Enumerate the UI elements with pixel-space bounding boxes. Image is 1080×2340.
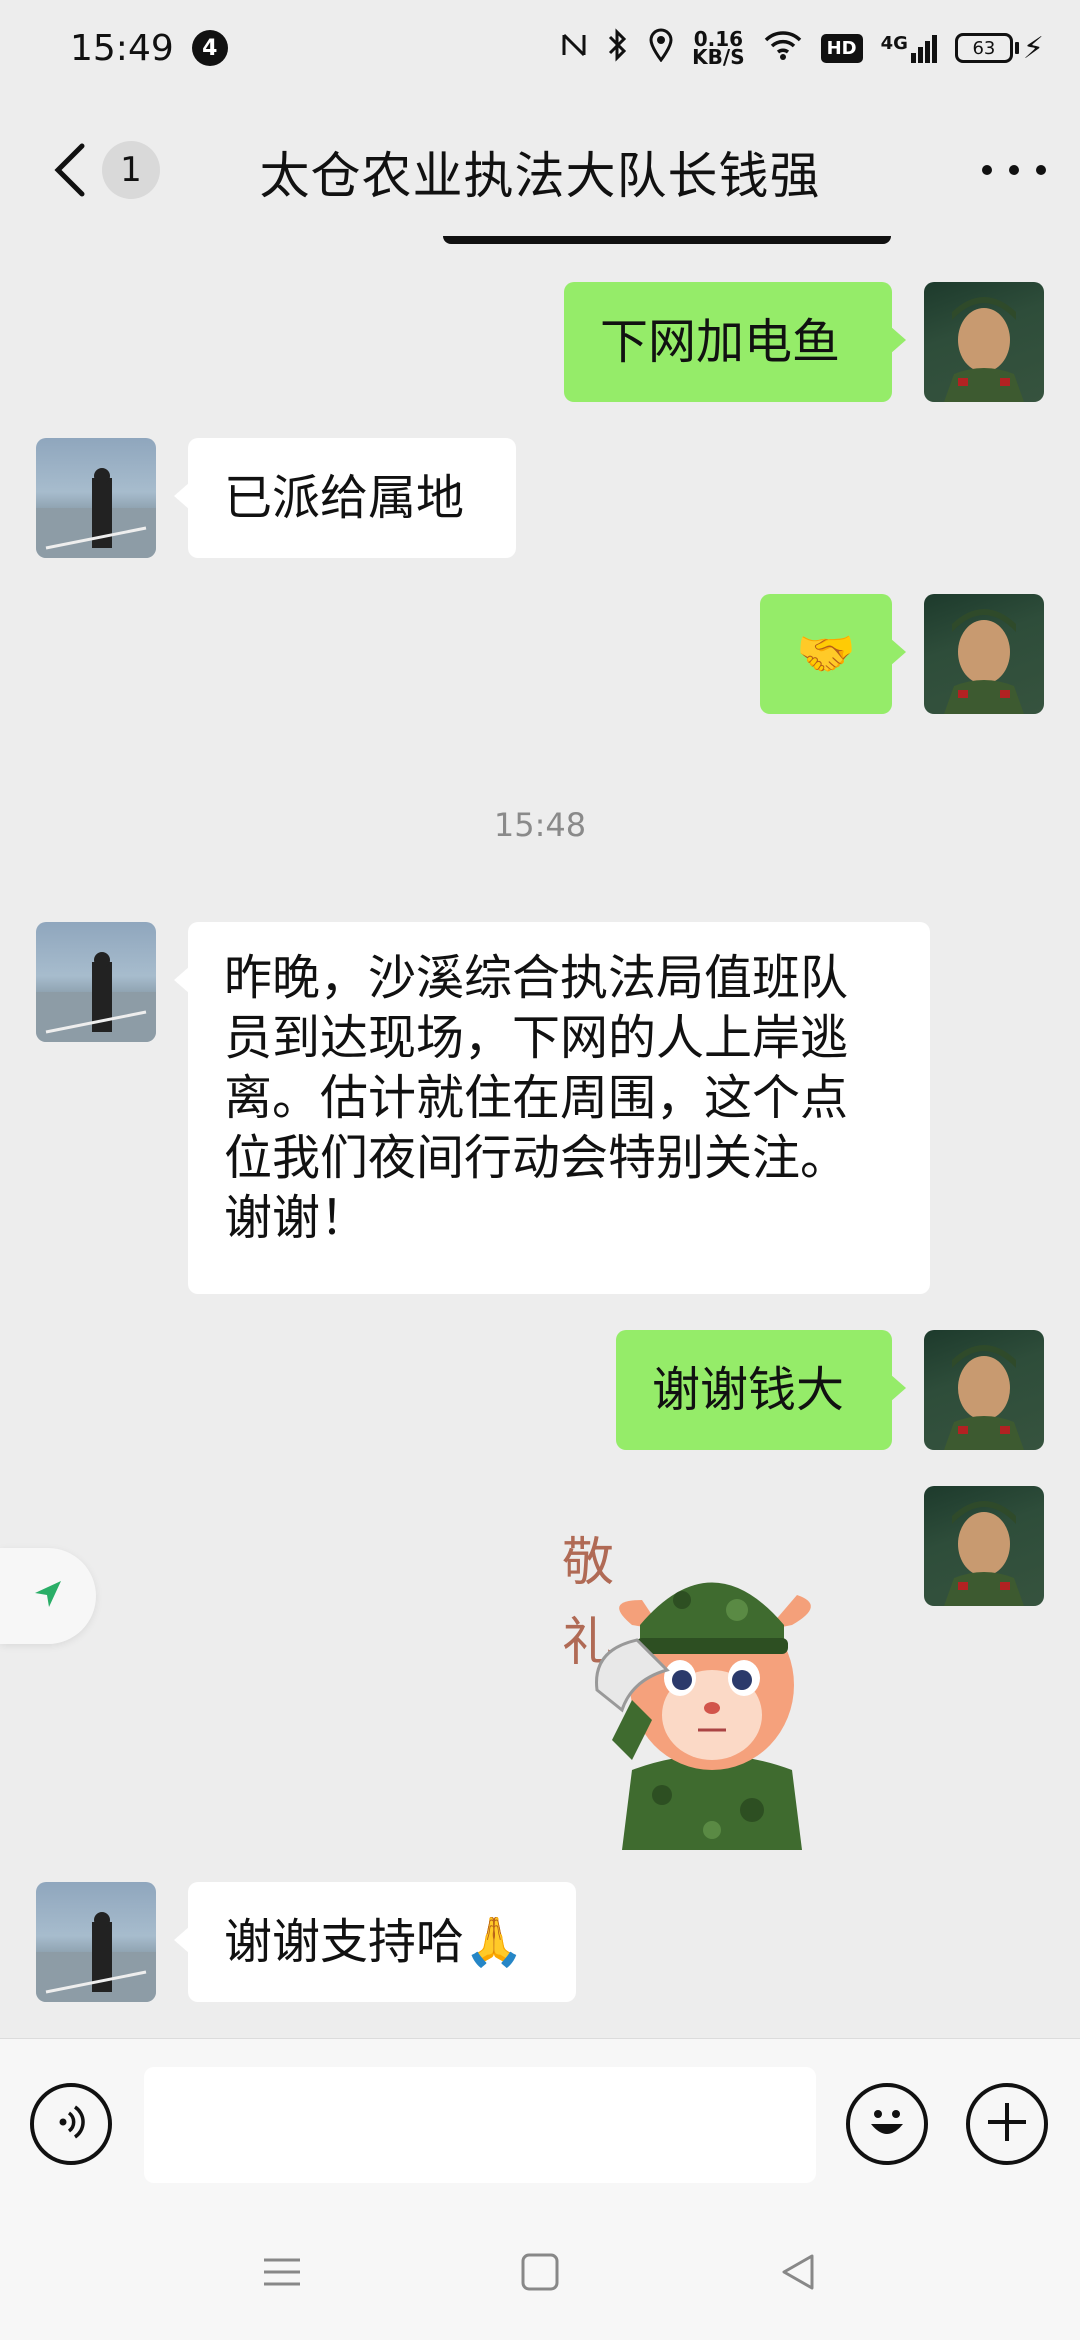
message-bubble[interactable]: 🤝 [760, 594, 906, 714]
my-avatar[interactable] [924, 1330, 1044, 1450]
message-bubble[interactable]: 谢谢支持哈🙏 [174, 1882, 576, 2002]
bluetooth-icon [606, 27, 630, 69]
message-input-bar [0, 2038, 1080, 2208]
location-icon [648, 28, 674, 69]
message-bubble[interactable]: 昨晚，沙溪综合执法局值班队 员到达现场，下网的人上岸逃 离。估计就住在周围，这个… [174, 922, 930, 1294]
hd-badge: HD [820, 33, 863, 63]
message-line: 谢谢！ [224, 1190, 369, 1246]
my-avatar[interactable] [924, 282, 1044, 402]
voice-icon [49, 2100, 93, 2148]
charging-icon: ⚡ [1022, 30, 1044, 66]
notification-badge: 4 [191, 30, 228, 66]
voice-button[interactable] [30, 2083, 112, 2165]
status-bar: 15:49 4 0.16 KB/S HD 4G 63 ⚡ [0, 0, 1080, 96]
my-avatar[interactable] [924, 1486, 1044, 1606]
more-button[interactable] [982, 140, 1046, 200]
status-time: 15:49 [70, 27, 174, 69]
battery-icon: 63 ⚡ [954, 30, 1044, 66]
status-icons: 0.16 KB/S HD 4G 63 ⚡ [560, 27, 1044, 69]
my-avatar[interactable] [924, 594, 1044, 714]
message-line: 位我们夜间行动会特别关注。 [224, 1130, 849, 1186]
location-arrow-icon [31, 1577, 65, 1615]
more-icon-dot [1009, 165, 1019, 175]
net-speed-unit: KB/S [692, 45, 745, 69]
cell-signal-icon: 4G [881, 33, 937, 63]
location-share-button[interactable] [0, 1548, 96, 1644]
contact-avatar[interactable] [36, 922, 156, 1042]
home-square-icon [520, 2252, 560, 2296]
more-icon-dot [1036, 165, 1046, 175]
contact-avatar[interactable] [36, 1882, 156, 2002]
battery-level: 63 [954, 33, 1013, 63]
more-icon-dot [982, 165, 992, 175]
wifi-icon [763, 29, 803, 68]
emoji-icon [857, 2092, 917, 2156]
nfc-icon [560, 29, 588, 68]
previous-message-edge [443, 236, 891, 244]
message-line: 昨晚，沙溪综合执法局值班队 [224, 950, 849, 1006]
plus-icon [982, 2097, 1032, 2151]
message-bubble[interactable]: 谢谢钱大 [616, 1330, 906, 1450]
back-triangle-icon [778, 2252, 818, 2296]
menu-icon [262, 2252, 302, 2296]
signal-label: 4G [880, 33, 908, 54]
salute-sticker[interactable]: 敬 礼 [552, 1520, 872, 1850]
message-bubble[interactable]: 下网加电鱼 [564, 282, 906, 402]
timestamp: 15:48 [493, 806, 587, 844]
message-bubble[interactable]: 已派给属地 [174, 438, 516, 558]
home-nav-button[interactable] [510, 2244, 570, 2304]
emoji-button[interactable] [846, 2083, 928, 2165]
message-line: 离。估计就住在周围，这个点 [224, 1070, 849, 1126]
net-speed: 0.16 KB/S [692, 29, 745, 69]
message-line: 员到达现场，下网的人上岸逃 [224, 1010, 849, 1066]
menu-nav-button[interactable] [252, 2244, 312, 2304]
contact-avatar[interactable] [36, 438, 156, 558]
back-nav-button[interactable] [768, 2244, 828, 2304]
chat-title: 太仓农业执法大队长钱强 [259, 147, 821, 205]
chat-header: 1 太仓农业执法大队长钱强 [0, 120, 1080, 220]
system-nav-bar [0, 2208, 1080, 2340]
plus-button[interactable] [966, 2083, 1048, 2165]
message-input[interactable] [144, 2067, 816, 2183]
